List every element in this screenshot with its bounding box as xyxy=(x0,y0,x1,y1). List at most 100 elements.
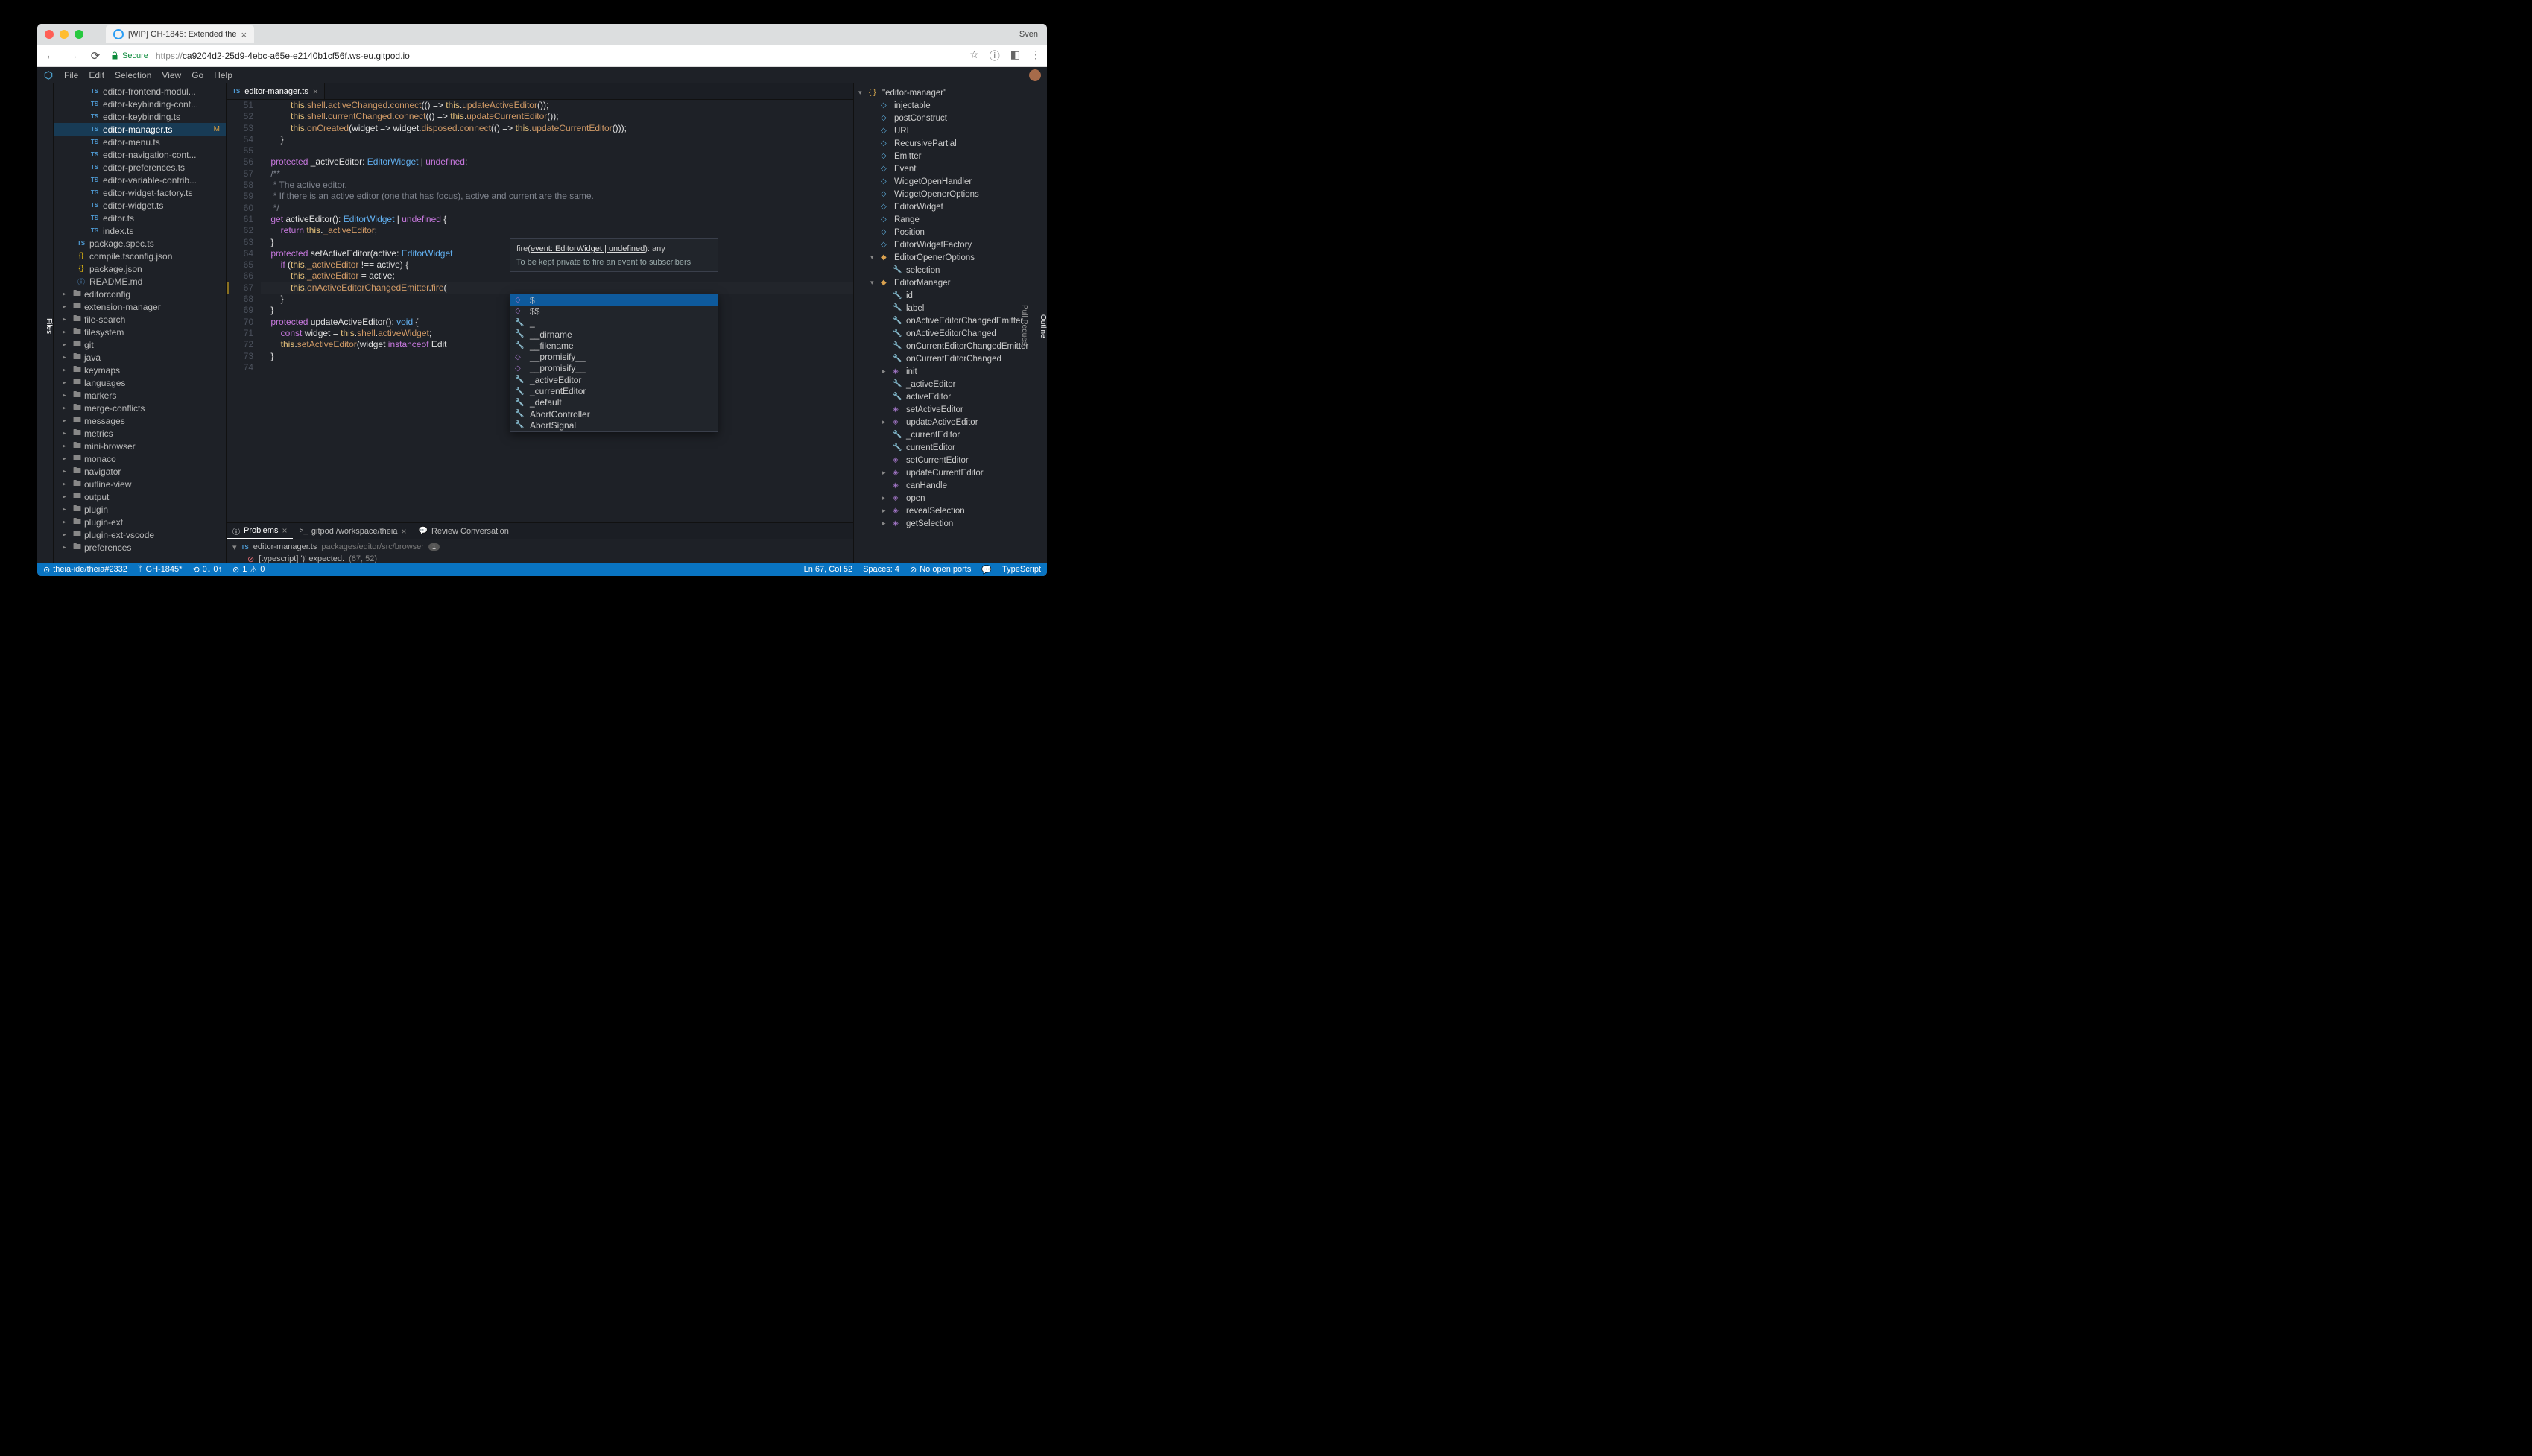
outline-item[interactable]: ▾◆EditorManager xyxy=(854,276,1034,289)
folder-item[interactable]: ▸🖿preferences xyxy=(54,541,226,554)
suggestion-item[interactable]: 🔧__filename xyxy=(510,340,718,351)
suggestion-item[interactable]: 🔧AbortController xyxy=(510,408,718,420)
outline-item[interactable]: ▸◈open xyxy=(854,492,1034,504)
code-line[interactable] xyxy=(261,145,853,156)
folder-item[interactable]: ▸🖿outline-view xyxy=(54,478,226,490)
folder-item[interactable]: ▸🖿filesystem xyxy=(54,326,226,338)
outline-item[interactable]: 🔧onActiveEditorChanged xyxy=(854,327,1034,340)
code-line[interactable]: this.onCreated(widget => widget.disposed… xyxy=(261,123,853,134)
close-window-icon[interactable] xyxy=(45,30,54,39)
file-item[interactable]: TSpackage.spec.ts xyxy=(54,237,226,250)
file-item[interactable]: TSeditor-keybinding.ts xyxy=(54,110,226,123)
reload-button[interactable]: ⟳ xyxy=(88,49,103,63)
file-item[interactable]: TSeditor.ts xyxy=(54,212,226,224)
activity-files[interactable]: Files xyxy=(45,318,53,334)
folder-item[interactable]: ▸🖿metrics xyxy=(54,427,226,440)
code-line[interactable]: this.onActiveEditorChangedEmitter.fire( xyxy=(261,282,853,294)
outline-item[interactable]: 🔧selection xyxy=(854,264,1034,276)
suggestion-item[interactable]: 🔧_default xyxy=(510,397,718,408)
maximize-window-icon[interactable] xyxy=(75,30,83,39)
file-item[interactable]: TSeditor-widget-factory.ts xyxy=(54,186,226,199)
outline-item[interactable]: ◇URI xyxy=(854,124,1034,137)
panel-tab[interactable]: >_gitpod /workspace/theia× xyxy=(293,523,412,539)
secure-badge[interactable]: Secure xyxy=(110,51,148,60)
folder-item[interactable]: ▸🖿markers xyxy=(54,389,226,402)
outline-item[interactable]: ◇Emitter xyxy=(854,150,1034,162)
outline-item[interactable]: ▾◆EditorOpenerOptions xyxy=(854,251,1034,264)
panel-tab[interactable]: 💬Review Conversation xyxy=(412,523,514,539)
outline-item[interactable]: ◇postConstruct xyxy=(854,112,1034,124)
folder-item[interactable]: ▸🖿extension-manager xyxy=(54,300,226,313)
outline-item[interactable]: 🔧onActiveEditorChangedEmitter xyxy=(854,314,1034,327)
outline-item[interactable]: 🔧onCurrentEditorChanged xyxy=(854,352,1034,365)
star-icon[interactable]: ☆ xyxy=(969,48,979,63)
folder-item[interactable]: ▸🖿plugin-ext-vscode xyxy=(54,528,226,541)
profile-name[interactable]: Sven xyxy=(1019,30,1038,39)
folder-item[interactable]: ▸🖿messages xyxy=(54,414,226,427)
menu-view[interactable]: View xyxy=(162,70,181,80)
code-line[interactable]: protected _activeEditor: EditorWidget | … xyxy=(261,156,853,168)
suggestion-item[interactable]: ◇__promisify__ xyxy=(510,351,718,362)
file-item[interactable]: TSeditor-preferences.ts xyxy=(54,161,226,174)
back-button[interactable]: ← xyxy=(43,49,58,62)
folder-item[interactable]: ▸🖿mini-browser xyxy=(54,440,226,452)
suggestion-item[interactable]: 🔧__dirname xyxy=(510,329,718,340)
ports-status[interactable]: ⊘ No open ports xyxy=(910,565,971,575)
language-mode[interactable]: TypeScript xyxy=(1002,565,1041,574)
sync-status[interactable]: ⟲ 0↓ 0↑ xyxy=(192,565,222,575)
outline-item[interactable]: ◇injectable xyxy=(854,99,1034,112)
file-item[interactable]: TSeditor-frontend-modul... xyxy=(54,85,226,98)
outline-item[interactable]: ◇Position xyxy=(854,226,1034,238)
file-item[interactable]: TSeditor-keybinding-cont... xyxy=(54,98,226,110)
file-item[interactable]: TSeditor-widget.ts xyxy=(54,199,226,212)
url-input[interactable]: https://ca9204d2-25d9-4ebc-a65e-e2140b1c… xyxy=(156,51,962,61)
outline-item[interactable]: 🔧activeEditor xyxy=(854,390,1034,403)
outline-item[interactable]: ◇Range xyxy=(854,213,1034,226)
file-item[interactable]: TSeditor-manager.tsM xyxy=(54,123,226,136)
code-line[interactable]: */ xyxy=(261,203,853,214)
outline-item[interactable]: ◇RecursivePartial xyxy=(854,137,1034,150)
avatar[interactable] xyxy=(1029,69,1041,81)
folder-item[interactable]: ▸🖿monaco xyxy=(54,452,226,465)
outline-item[interactable]: ▾{ }"editor-manager" xyxy=(854,86,1034,99)
outline-item[interactable]: 🔧onCurrentEditorChangedEmitter xyxy=(854,340,1034,352)
menu-go[interactable]: Go xyxy=(192,70,203,80)
folder-item[interactable]: ▸🖿file-search xyxy=(54,313,226,326)
close-panel-tab-icon[interactable]: × xyxy=(282,525,287,536)
outline-item[interactable]: ◈setCurrentEditor xyxy=(854,454,1034,466)
menu-edit[interactable]: Edit xyxy=(89,70,104,80)
folder-item[interactable]: ▸🖿plugin-ext xyxy=(54,516,226,528)
app-logo-icon[interactable] xyxy=(43,70,54,80)
problem-file-row[interactable]: ▾ TS editor-manager.ts packages/editor/s… xyxy=(232,541,847,553)
close-tab-icon[interactable]: × xyxy=(241,29,247,40)
code-editor[interactable]: 5152535455565758596061626364656667686970… xyxy=(227,100,853,522)
code-line[interactable]: } xyxy=(261,134,853,145)
suggestion-item[interactable]: 🔧_activeEditor xyxy=(510,374,718,385)
code-line[interactable]: get activeEditor(): EditorWidget | undef… xyxy=(261,214,853,225)
panel-tab[interactable]: ⓘProblems× xyxy=(227,523,293,539)
folder-item[interactable]: ▸🖿navigator xyxy=(54,465,226,478)
folder-item[interactable]: ▸🖿plugin xyxy=(54,503,226,516)
menu-selection[interactable]: Selection xyxy=(115,70,151,80)
outline-item[interactable]: ▸◈getSelection xyxy=(854,517,1034,530)
outline-item[interactable]: ▸◈updateCurrentEditor xyxy=(854,466,1034,479)
browser-tab[interactable]: [WIP] GH-1845: Extended the × xyxy=(106,25,254,43)
file-item[interactable]: TSindex.ts xyxy=(54,224,226,237)
suggestion-widget[interactable]: ◇$◇$$🔧_🔧__dirname🔧__filename◇__promisify… xyxy=(510,294,718,432)
menu-file[interactable]: File xyxy=(64,70,78,80)
suggestion-item[interactable]: 🔧AbortSignal xyxy=(510,420,718,431)
code-line[interactable]: return this._activeEditor; xyxy=(261,225,853,236)
info-icon[interactable]: ⓘ xyxy=(990,48,1000,63)
code-line[interactable]: this._activeEditor = active; xyxy=(261,270,853,282)
editor-tab[interactable]: TS editor-manager.ts × xyxy=(227,83,325,99)
folder-item[interactable]: ▸🖿keymaps xyxy=(54,364,226,376)
file-item[interactable]: TSeditor-navigation-cont... xyxy=(54,148,226,161)
minimize-window-icon[interactable] xyxy=(60,30,69,39)
outline-item[interactable]: ▸◈updateActiveEditor xyxy=(854,416,1034,428)
folder-item[interactable]: ▸🖿output xyxy=(54,490,226,503)
outline-item[interactable]: 🔧currentEditor xyxy=(854,441,1034,454)
outline-item[interactable]: ▸◈init xyxy=(854,365,1034,378)
outline-item[interactable]: ◇Event xyxy=(854,162,1034,175)
menu-help[interactable]: Help xyxy=(214,70,232,80)
feedback-icon[interactable]: 💬 xyxy=(981,565,992,575)
